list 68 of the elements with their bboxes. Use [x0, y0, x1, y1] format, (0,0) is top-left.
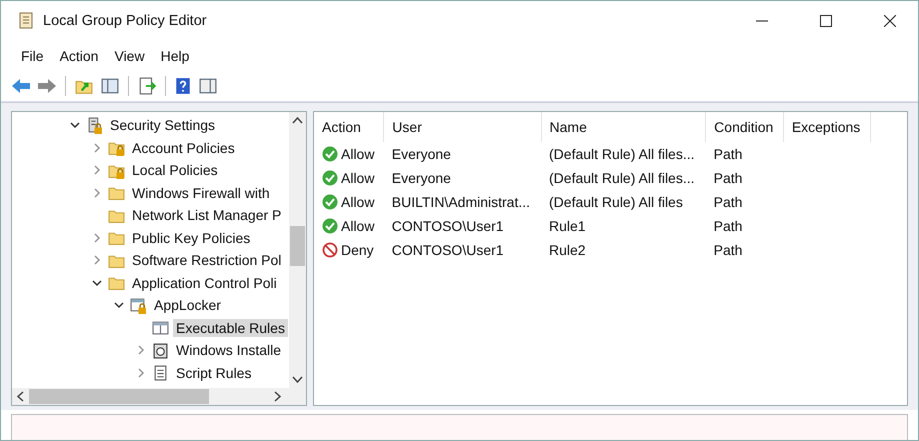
tree-item[interactable]: Software Restriction Pol	[129, 251, 284, 270]
document-icon	[152, 364, 169, 382]
pane-toggle-icon[interactable]	[198, 77, 218, 95]
table-cell: Deny	[341, 242, 374, 258]
check-shield-icon	[322, 194, 338, 210]
table-cell-text: CONTOSO\User1	[390, 217, 505, 236]
window-title: Local Group Policy Editor	[43, 13, 208, 29]
scroll-thumb[interactable]	[290, 226, 305, 266]
table-cell: Allow	[341, 194, 374, 210]
check-shield-icon	[322, 146, 338, 162]
window-icon	[152, 319, 169, 336]
column-header[interactable]: Action	[314, 112, 384, 142]
prohibited-icon	[322, 242, 338, 258]
table-cell: Path	[706, 142, 784, 166]
column-header[interactable]: Exceptions	[783, 112, 870, 142]
tree-item[interactable]: Windows Firewall with	[129, 184, 273, 202]
tree-item[interactable]: Local Policies	[129, 161, 221, 180]
table-cell: Allow	[341, 170, 374, 186]
table-cell-text: Path	[712, 169, 744, 188]
tree-item[interactable]: Windows Installe	[173, 341, 284, 360]
table-cell: Allow	[341, 146, 374, 162]
table-cell-text: (Default Rule) All files	[548, 193, 684, 212]
help-icon[interactable]	[174, 77, 192, 95]
scroll-up-icon[interactable]	[292, 116, 303, 124]
column-header[interactable]: Condition	[706, 112, 784, 142]
back-arrow-icon[interactable]	[11, 78, 31, 94]
vertical-scrollbar[interactable]	[289, 112, 306, 388]
maximize-icon[interactable]	[820, 15, 832, 27]
table-cell-text: Path	[712, 241, 744, 260]
menu-item[interactable]: Help	[152, 45, 198, 67]
horizontal-scrollbar[interactable]	[12, 388, 306, 405]
scroll-right-icon[interactable]	[274, 391, 282, 402]
table-cell-text: Path	[712, 217, 744, 236]
tree-item[interactable]: AppLocker	[151, 296, 224, 314]
scroll-thumb[interactable]	[29, 389, 209, 404]
forward-arrow-icon[interactable]	[37, 78, 57, 94]
menu-item[interactable]: View	[106, 45, 153, 67]
table-cell-text: BUILTIN\Administrat...	[390, 193, 532, 212]
table-cell: Everyone	[384, 142, 542, 166]
scroll-left-icon[interactable]	[16, 391, 24, 402]
tree-item[interactable]: Security Settings	[107, 116, 218, 134]
column-header[interactable]: User	[384, 112, 542, 142]
tree-item[interactable]: Application Control Poli	[129, 274, 280, 292]
window-icon	[130, 296, 147, 314]
table-cell-text: CONTOSO\User1	[390, 241, 505, 260]
menu-item[interactable]: File	[13, 45, 52, 67]
table-cell: Allow	[341, 218, 374, 234]
table-cell-text: Path	[712, 193, 744, 212]
check-shield-icon	[322, 218, 338, 234]
menu-item[interactable]: Action	[52, 45, 106, 67]
close-icon[interactable]	[884, 15, 896, 27]
table-cell: (Default Rule) All files...	[541, 142, 706, 166]
scroll-down-icon[interactable]	[292, 376, 303, 384]
tree-item[interactable]: Script Rules	[173, 364, 254, 382]
scroll-icon	[17, 11, 35, 31]
document-icon	[86, 116, 103, 134]
table-cell-text: Rule2	[548, 241, 587, 260]
table-cell-text: (Default Rule) All files...	[548, 169, 696, 188]
table-cell-text: Everyone	[390, 169, 452, 188]
tree-item[interactable]: Account Policies	[129, 138, 238, 157]
check-shield-icon	[322, 170, 338, 186]
column-header[interactable]: Name	[541, 112, 706, 142]
export-list-icon[interactable]	[137, 77, 157, 95]
table-cell-text: Rule1	[548, 217, 587, 236]
tree-item[interactable]: Network List Manager P	[129, 206, 284, 224]
tree-item[interactable]: Public Key Policies	[129, 228, 254, 247]
pane-toggle-icon[interactable]	[100, 77, 120, 95]
tree-item[interactable]: Executable Rules	[173, 318, 288, 337]
